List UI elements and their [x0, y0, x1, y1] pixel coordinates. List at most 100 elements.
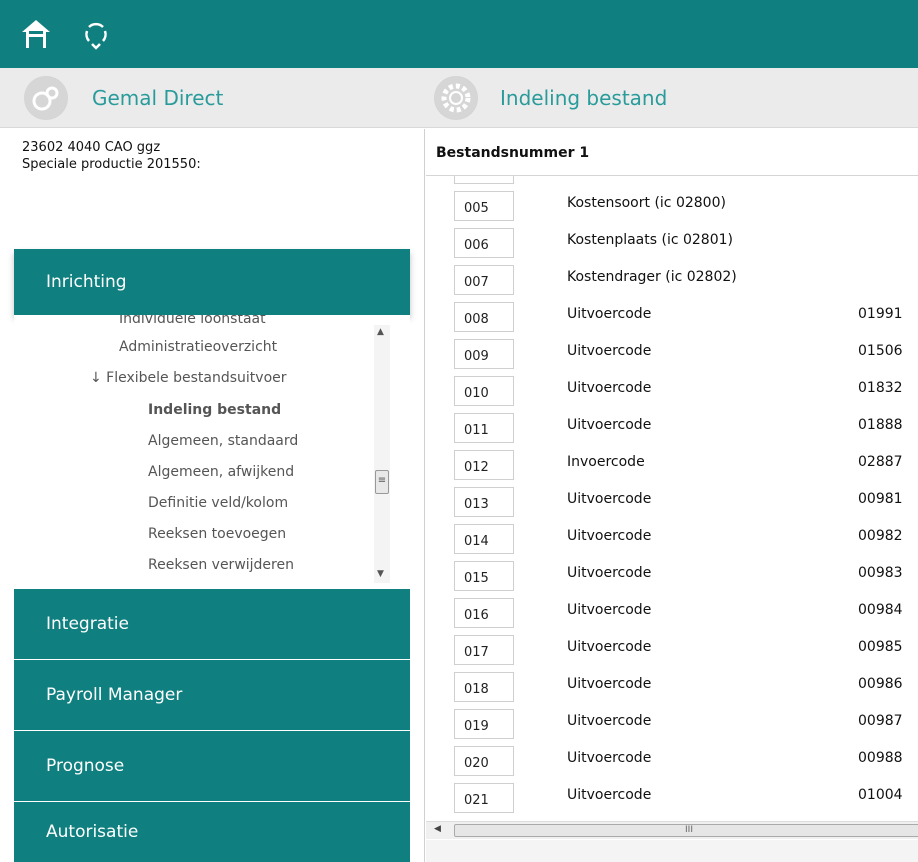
app-title: Gemal Direct: [92, 86, 224, 110]
nav-section-prognose[interactable]: Prognose: [14, 731, 410, 801]
field-number-input[interactable]: 008: [454, 302, 514, 332]
tree-item-indeling-bestand[interactable]: Indeling bestand: [148, 402, 281, 418]
field-description: Kostensoort (ic 02800): [567, 195, 726, 211]
table-row: 020 Uitvoercode 00988: [426, 743, 918, 780]
nav-section-label: Integratie: [46, 614, 129, 634]
client-line-2: Speciale productie 201550:: [22, 157, 201, 172]
nav-section-label: Payroll Manager: [46, 685, 183, 705]
table-row: 012 Invoercode 02887: [426, 447, 918, 484]
tree-item-administratieoverzicht[interactable]: Administratieoverzicht: [119, 339, 277, 355]
page-title: Indeling bestand: [500, 86, 668, 110]
field-code: 00988: [858, 750, 903, 766]
table-row: 005 Kostensoort (ic 02800): [426, 188, 918, 225]
field-code: 01506: [858, 343, 903, 359]
field-code: 01004: [858, 787, 903, 803]
table-row: 017 Uitvoercode 00985: [426, 632, 918, 669]
field-description: Kostendrager (ic 02802): [567, 269, 737, 285]
tree-item-flexibele-bestandsuitvoer[interactable]: ↓ Flexibele bestandsuitvoer: [90, 370, 287, 386]
field-description: Uitvoercode: [567, 602, 652, 618]
field-number-input[interactable]: 007: [454, 265, 514, 295]
field-number-input[interactable]: 005: [454, 191, 514, 221]
table-row: 019 Uitvoercode 00987: [426, 706, 918, 743]
field-description: Kostenplaats (ic 02801): [567, 232, 733, 248]
field-number-input[interactable]: 015: [454, 561, 514, 591]
tree-item-reeksen-toevoegen[interactable]: Reeksen toevoegen: [148, 526, 286, 542]
nav-section-inrichting[interactable]: Inrichting: [14, 249, 410, 315]
field-number-input[interactable]: 006: [454, 228, 514, 258]
field-code: 00987: [858, 713, 903, 729]
nav-section-autorisatie[interactable]: Autorisatie: [14, 802, 410, 862]
field-number-input[interactable]: 019: [454, 709, 514, 739]
field-description: Uitvoercode: [567, 565, 652, 581]
tree-item-individuele-loonstaat[interactable]: Individuele loonstaat: [119, 315, 266, 327]
sync-icon: [85, 22, 107, 50]
table-row: 016 Uitvoercode 00984: [426, 595, 918, 632]
scroll-up-icon[interactable]: ▲: [377, 327, 384, 337]
field-number-input[interactable]: 011: [454, 413, 514, 443]
field-number-input[interactable]: 004: [454, 176, 514, 184]
nav-section-label: Prognose: [46, 756, 125, 776]
field-number-input[interactable]: 017: [454, 635, 514, 665]
top-toolbar: [0, 0, 918, 68]
scroll-down-icon[interactable]: ▼: [377, 569, 384, 579]
field-number-input[interactable]: 020: [454, 746, 514, 776]
table-row: 007 Kostendrager (ic 02802): [426, 262, 918, 299]
field-number-input[interactable]: 013: [454, 487, 514, 517]
field-code: 01888: [858, 417, 903, 433]
field-code: 00982: [858, 528, 903, 544]
client-line-1: 23602 4040 CAO ggz: [22, 140, 161, 155]
field-code: 00984: [858, 602, 903, 618]
table-row: 004: [426, 176, 918, 188]
sync-button[interactable]: [80, 18, 112, 50]
table-row: 009 Uitvoercode 01506: [426, 336, 918, 373]
tree-menu: Individuele loonstaat Administratieoverz…: [14, 315, 410, 589]
tree-item-definitie-veld-kolom[interactable]: Definitie veld/kolom: [148, 495, 288, 511]
client-info: 23602 4040 CAO ggz Speciale productie 20…: [22, 139, 252, 173]
nav-section-integratie[interactable]: Integratie: [14, 589, 410, 659]
field-code: 01991: [858, 306, 903, 322]
scroll-left-icon[interactable]: ◀: [434, 824, 441, 834]
field-description: Uitvoercode: [567, 750, 652, 766]
field-number-input[interactable]: 009: [454, 339, 514, 369]
app-logo-icon: [24, 76, 68, 120]
field-code: 00986: [858, 676, 903, 692]
table-row: 013 Uitvoercode 00981: [426, 484, 918, 521]
field-number-input[interactable]: 010: [454, 376, 514, 406]
field-description: Uitvoercode: [567, 639, 652, 655]
field-number-input[interactable]: 021: [454, 783, 514, 813]
tree-item-reeksen-verwijderen[interactable]: Reeksen verwijderen: [148, 557, 294, 573]
field-number-input[interactable]: 012: [454, 450, 514, 480]
horizontal-scrollbar[interactable]: ◀ III: [426, 821, 918, 839]
table-row: 010 Uitvoercode 01832: [426, 373, 918, 410]
field-code: 01832: [858, 380, 903, 396]
field-code: 02887: [858, 454, 903, 470]
status-area: [426, 840, 918, 862]
table-row: 015 Uitvoercode 00983: [426, 558, 918, 595]
field-description: Uitvoercode: [567, 491, 652, 507]
field-description: Uitvoercode: [567, 343, 652, 359]
field-description: Uitvoercode: [567, 676, 652, 692]
table-row: 006 Kostenplaats (ic 02801): [426, 225, 918, 262]
file-number-label: Bestandsnummer 1: [436, 145, 590, 161]
field-code: 00981: [858, 491, 903, 507]
table-row: 018 Uitvoercode 00986: [426, 669, 918, 706]
field-description: Invoercode: [567, 454, 645, 470]
field-description: Uitvoercode: [567, 380, 652, 396]
tree-scrollbar[interactable]: ▲ ≡ ▼: [374, 325, 390, 583]
right-panel: Bestandsnummer 1 004 005 Kostensoort (ic 0…: [426, 129, 918, 862]
header-strip: Gemal Direct Indeling bestand: [0, 68, 918, 128]
gear-icon: [434, 76, 478, 120]
home-button[interactable]: [20, 18, 52, 50]
tree-item-algemeen-standaard[interactable]: Algemeen, standaard: [148, 433, 298, 449]
scroll-thumb[interactable]: ≡: [375, 470, 389, 494]
tree-item-algemeen-afwijkend[interactable]: Algemeen, afwijkend: [148, 464, 294, 480]
field-number-input[interactable]: 018: [454, 672, 514, 702]
left-panel: 23602 4040 CAO ggz Speciale productie 20…: [0, 129, 425, 862]
field-number-input[interactable]: 016: [454, 598, 514, 628]
field-number-input[interactable]: 014: [454, 524, 514, 554]
nav-section-payroll-manager[interactable]: Payroll Manager: [14, 660, 410, 730]
field-code: 00983: [858, 565, 903, 581]
nav-section-label: Inrichting: [46, 272, 127, 292]
scroll-thumb[interactable]: III: [454, 824, 918, 837]
field-description: Uitvoercode: [567, 528, 652, 544]
